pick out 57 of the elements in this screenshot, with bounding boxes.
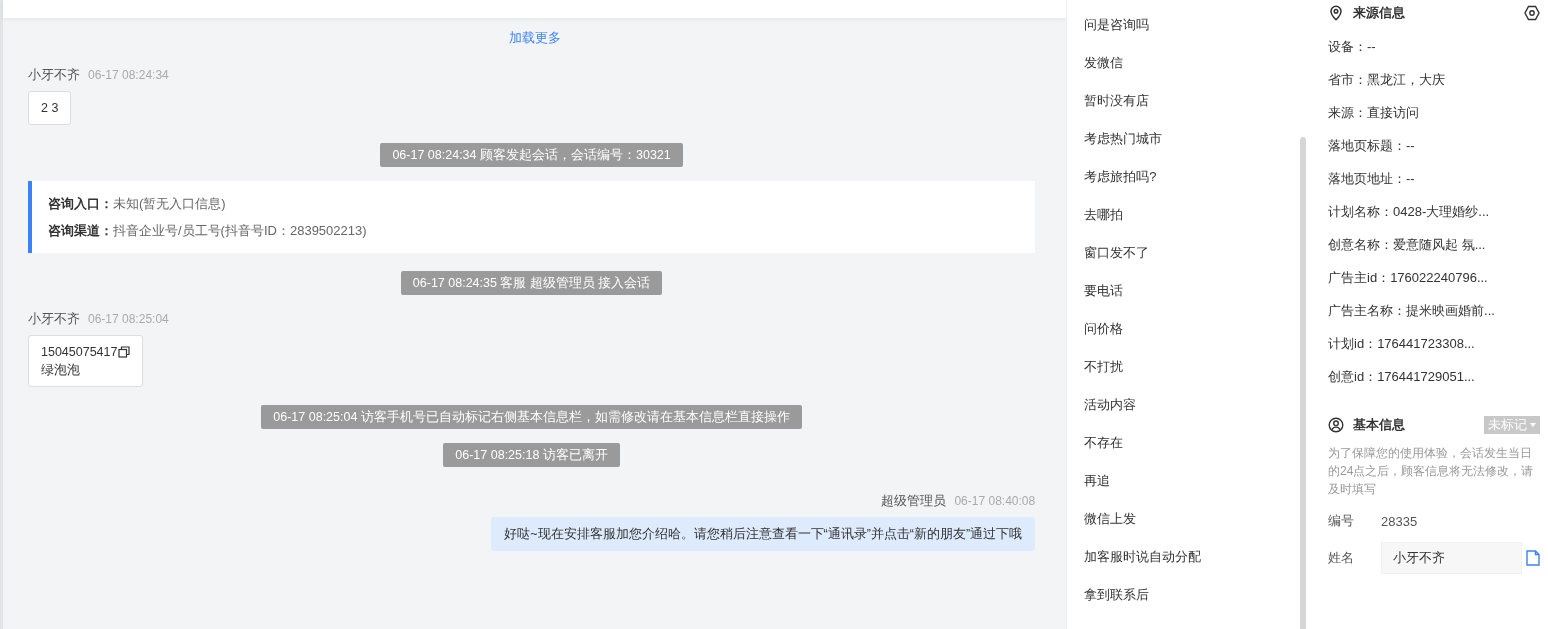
message-time: 06-17 08:40:08: [954, 493, 1036, 510]
document-icon[interactable]: [1526, 550, 1540, 566]
user-circle-icon: [1328, 417, 1344, 433]
quick-reply-item[interactable]: 发微信: [1067, 53, 1300, 91]
quick-reply-item[interactable]: 不打扰: [1067, 357, 1300, 395]
quick-reply-item[interactable]: 问是咨询吗: [1067, 15, 1300, 53]
info-row-text: 咨询入口：未知(暂无入口信息): [48, 195, 227, 213]
source-info-row-text: 创意名称：爱意随风起 氛...: [1328, 236, 1487, 254]
quick-reply-item[interactable]: 再追: [1067, 471, 1300, 509]
field-value: 28335: [1381, 513, 1418, 529]
message-time: 06-17 08:25:04: [88, 311, 169, 328]
system-notice: 06-17 08:25:18 访客已离开: [443, 443, 620, 467]
info-row-text: 咨询渠道：抖音企业号/员工号(抖音号ID：2839502213): [48, 222, 368, 240]
settings-icon[interactable]: [1524, 5, 1540, 21]
message-text: 15045075417: [41, 344, 118, 361]
system-notice: 06-17 08:24:34 顾客发起会话，会话编号：30321: [380, 143, 683, 167]
message-text: 好哒~现在安排客服加您介绍哈。请您稍后注意查看一下“通讯录”并点击“新的朋友”通过下哦: [504, 526, 1023, 543]
quick-reply-item[interactable]: 考虑旅拍吗?: [1067, 167, 1300, 205]
sender-name: 小牙不齐: [28, 66, 80, 84]
source-info-row-text: 广告主名称：提米映画婚前...: [1328, 302, 1496, 320]
sender-name: 小牙不齐: [28, 310, 80, 328]
source-info-row-text: 计划id：176441723308...: [1328, 335, 1476, 353]
quick-reply-item[interactable]: 暂时没有店: [1067, 91, 1300, 129]
system-notice: 06-17 08:25:04 访客手机号已自动标记右侧基本信息栏，如需修改请在基本信息栏直接操作: [261, 405, 802, 429]
source-info-row-text: 来源：直接访问: [1328, 104, 1420, 122]
source-info-row-text: 创意id：176441729051...: [1328, 368, 1476, 386]
caret-icon: [1530, 423, 1536, 427]
quick-reply-item[interactable]: 不存在: [1067, 433, 1300, 471]
message-time: 06-17 08:24:34: [88, 67, 169, 84]
source-info-row-text: 省市：黑龙江，大庆: [1328, 71, 1446, 89]
source-info-row-text: 广告主id：176022240796...: [1328, 269, 1489, 287]
quick-reply-item[interactable]: 活动内容: [1067, 395, 1300, 433]
source-info-row-text: 落地页地址：--: [1328, 170, 1416, 188]
location-pin-icon: [1328, 5, 1344, 21]
quick-reply-item[interactable]: 拿到联系后: [1067, 585, 1300, 623]
notice-text: 为了保障您的使用体验，会话发生当日的24点之后，顾客信息将无法修改，请及时填写: [1328, 445, 1535, 498]
field-label: 编号: [1328, 512, 1355, 530]
quick-reply-item[interactable]: 微信上发: [1067, 509, 1300, 547]
quick-reply-item[interactable]: 要电话: [1067, 281, 1300, 319]
quick-reply-item[interactable]: 加客服时说自动分配: [1067, 547, 1300, 585]
system-notice: 06-17 08:24:35 客服 超级管理员 接入会话: [400, 271, 663, 295]
section-title: 基本信息: [1353, 416, 1406, 434]
message-text: 2 3: [41, 100, 59, 117]
name-field[interactable]: 小牙不齐: [1381, 542, 1522, 574]
source-info-row-text: 计划名称：0428-大理婚纱...: [1328, 203, 1491, 221]
quick-reply-item[interactable]: 问价格: [1067, 319, 1300, 357]
copy-icon[interactable]: [118, 346, 131, 358]
field-label: 姓名: [1328, 549, 1355, 567]
load-more-link[interactable]: 加载更多: [508, 28, 561, 48]
quick-reply-item[interactable]: 窗口发不了: [1067, 243, 1300, 281]
quick-reply-item[interactable]: 去哪拍: [1067, 205, 1300, 243]
source-info-row-text: 落地页标题：--: [1328, 137, 1416, 155]
source-info-row-text: 设备：--: [1328, 38, 1377, 56]
message-text: 绿泡泡: [41, 362, 80, 379]
sender-name: 超级管理员: [881, 492, 947, 510]
quick-reply-item[interactable]: 考虑热门城市: [1067, 129, 1300, 167]
section-title: 来源信息: [1353, 4, 1406, 22]
